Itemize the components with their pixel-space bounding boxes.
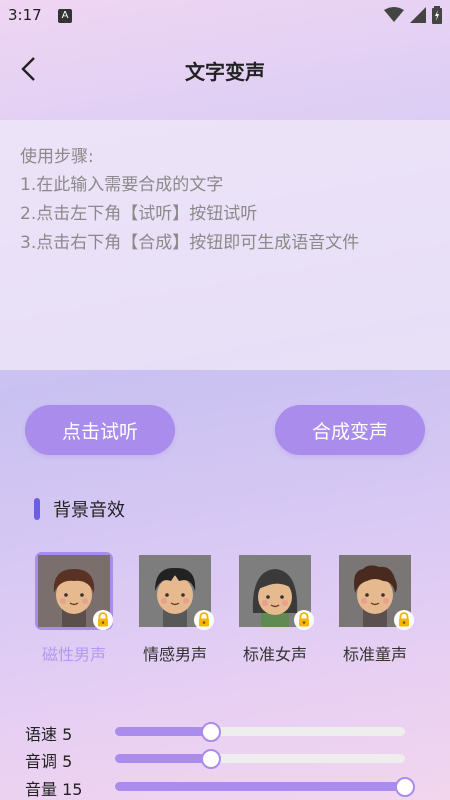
section-accent-bar [34, 498, 40, 520]
volume-slider-row: 音量 15 [25, 774, 425, 799]
speed-slider-thumb[interactable] [200, 722, 221, 742]
signal-icon [410, 7, 426, 23]
pitch-slider-thumb[interactable] [200, 749, 221, 769]
page-title: 文字变声 [185, 60, 265, 84]
text-input-area[interactable]: 使用步骤: 1.在此输入需要合成的文字 2.点击左下角【试听】按钮试听 3.点击… [0, 120, 450, 370]
avatar [139, 555, 214, 630]
pitch-slider-fill [115, 754, 211, 763]
instructions-heading: 使用步骤: [20, 147, 94, 167]
volume-slider[interactable] [115, 777, 415, 797]
voice-option-standard-child[interactable]: 标准童声 [337, 555, 414, 665]
battery-icon [432, 6, 442, 24]
listen-button[interactable]: 点击试听 [25, 405, 175, 455]
voice-option-emotional-male[interactable]: 情感男声 [137, 555, 214, 665]
instruction-step: 2.点击左下角【试听】按钮试听 [20, 204, 258, 224]
section-title: 背景音效 [53, 500, 125, 521]
instruction-step: 1.在此输入需要合成的文字 [20, 175, 224, 195]
voice-label: 情感男声 [142, 645, 207, 664]
lock-icon [92, 609, 114, 631]
top-bar: 文字变声 [0, 44, 450, 96]
speed-slider[interactable] [115, 722, 405, 742]
synthesize-button[interactable]: 合成变声 [275, 405, 425, 455]
wifi-icon [384, 7, 404, 23]
voice-label: 磁性男声 [41, 645, 106, 664]
speed-label: 语速 5 [25, 725, 73, 744]
volume-label: 音量 15 [25, 780, 83, 799]
lock-icon [393, 609, 415, 631]
speed-slider-row: 语速 5 [25, 719, 425, 744]
instruction-step: 3.点击右下角【合成】按钮即可生成语音文件 [20, 233, 360, 253]
lock-icon [293, 609, 315, 631]
status-bar: 3:17 A [0, 0, 450, 32]
pitch-label: 音调 5 [25, 752, 73, 771]
pitch-slider-row: 音调 5 [25, 746, 425, 771]
avatar [38, 555, 113, 630]
volume-slider-thumb[interactable] [395, 777, 415, 797]
pitch-slider[interactable] [115, 749, 405, 769]
status-time: 3:17 [8, 6, 42, 24]
voice-option-standard-female[interactable]: 标准女声 [237, 555, 314, 665]
volume-slider-fill [115, 782, 405, 791]
voice-label: 标准童声 [342, 645, 407, 664]
section-header: 背景音效 [34, 496, 125, 522]
lock-icon [193, 609, 215, 631]
voice-label: 标准女声 [242, 645, 307, 664]
status-icons [384, 6, 442, 24]
avatar [239, 555, 314, 630]
voice-option-magnetic-male[interactable]: 磁性男声 [36, 555, 113, 665]
avatar [339, 555, 414, 630]
speed-slider-fill [115, 727, 211, 736]
notification-icon: A [58, 9, 72, 23]
